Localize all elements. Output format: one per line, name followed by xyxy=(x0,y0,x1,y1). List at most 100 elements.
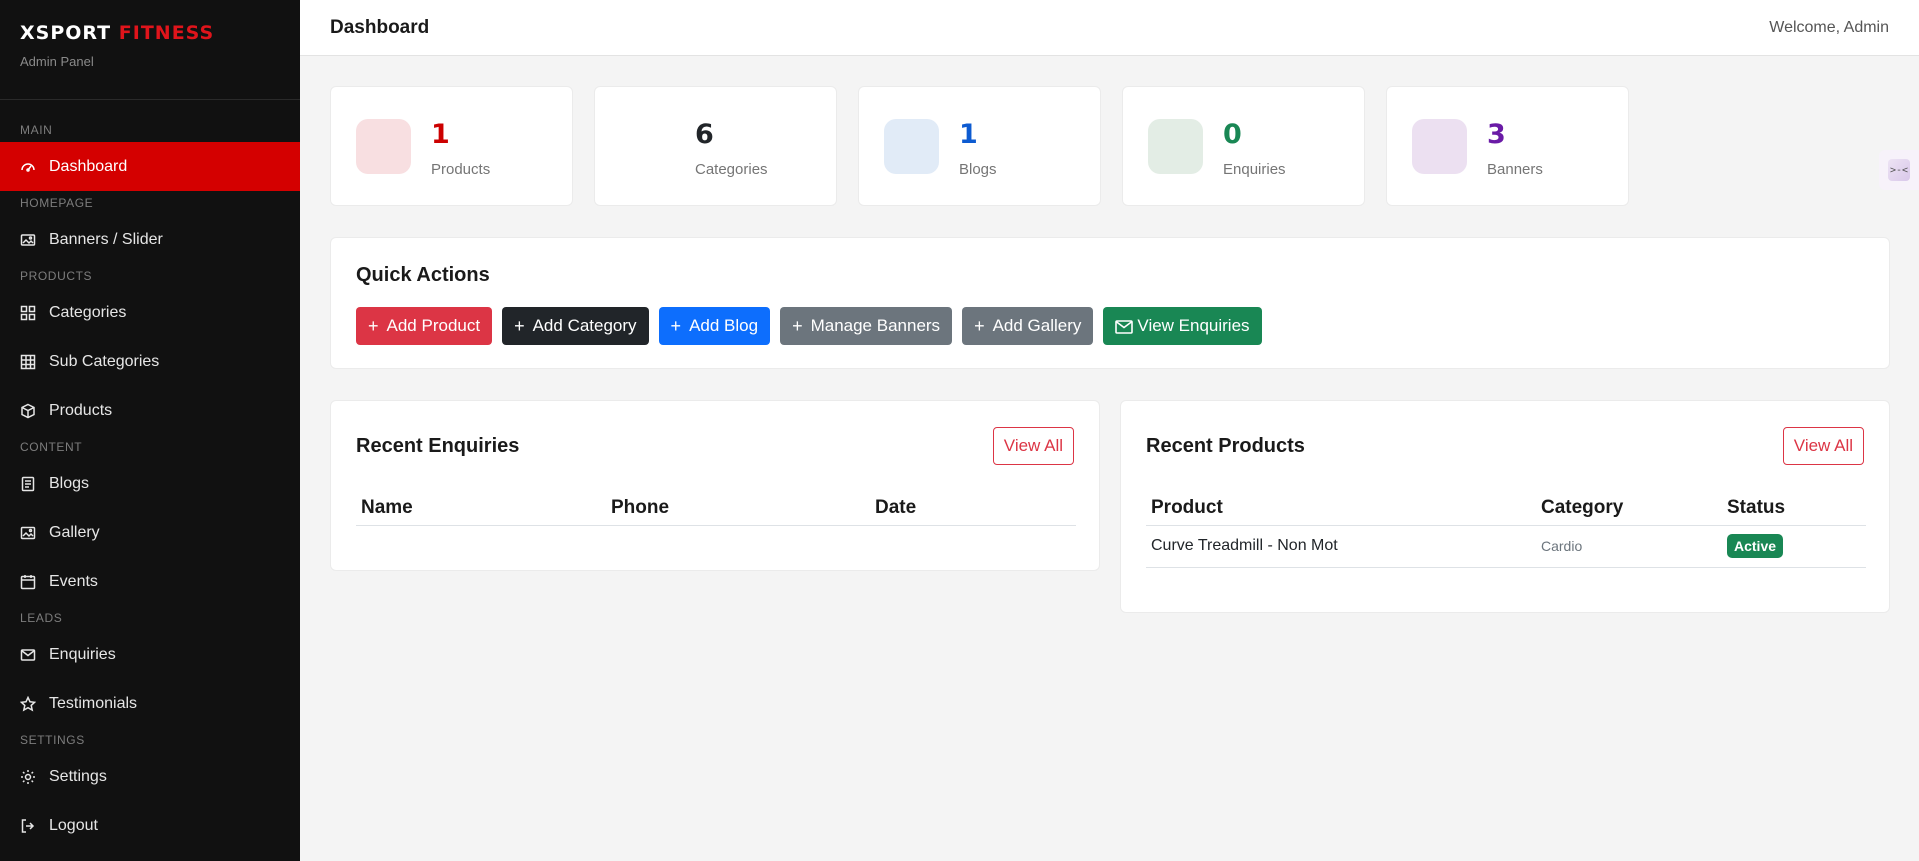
welcome-text: Welcome, Admin xyxy=(1769,19,1889,36)
star-icon xyxy=(20,695,36,712)
brand-subtitle: Admin Panel xyxy=(20,54,94,69)
stat-icon-banners xyxy=(1412,119,1467,174)
stats-row: 1 Products 6 Categories 1 Blogs 0 Enquir… xyxy=(330,86,1629,206)
page-title: Dashboard xyxy=(330,17,430,38)
view-enquiries-button[interactable]: View Enquiries xyxy=(1103,307,1262,345)
stat-icon-enquiries xyxy=(1148,119,1203,174)
category-cell: Cardio xyxy=(1536,525,1722,568)
plus-icon: + xyxy=(368,315,379,336)
product-name-cell: Curve Treadmill - Non Mot xyxy=(1146,525,1536,568)
sidebar-item-logout[interactable]: Logout xyxy=(0,801,300,850)
stat-value: 1 xyxy=(431,119,450,150)
manage-banners-button[interactable]: + Manage Banners xyxy=(780,307,953,345)
sidebar-item-sub-categories[interactable]: Sub Categories xyxy=(0,337,300,386)
sidebar-item-enquiries[interactable]: Enquiries xyxy=(0,630,300,679)
sidebar-item-settings[interactable]: Settings xyxy=(0,752,300,801)
stat-value: 6 xyxy=(695,119,714,150)
nav-section-settings: SETTINGS xyxy=(20,733,85,747)
stat-label: Categories xyxy=(695,161,768,178)
stat-card-products[interactable]: 1 Products xyxy=(330,86,573,206)
view-all-enquiries-button[interactable]: View All xyxy=(992,427,1074,465)
enquiries-table: Name Phone Date xyxy=(356,491,1076,526)
sidebar-item-events[interactable]: Events xyxy=(0,557,300,606)
stat-label: Banners xyxy=(1487,161,1543,178)
sidebar-item-label: Testimonials xyxy=(49,694,138,712)
nav-section-homepage: HOMEPAGE xyxy=(20,196,94,210)
sidebar-item-label: Logout xyxy=(49,816,98,834)
topbar: Dashboard Welcome, Admin xyxy=(300,0,1919,56)
nav-section-main: MAIN xyxy=(20,123,53,137)
stat-card-blogs[interactable]: 1 Blogs xyxy=(858,86,1101,206)
sidebar-item-label: Settings xyxy=(49,767,107,785)
table-header-row: Product Category Status xyxy=(1146,491,1866,526)
stat-card-banners[interactable]: 3 Banners xyxy=(1386,86,1629,206)
sidebar-item-blogs[interactable]: Blogs xyxy=(0,459,300,508)
envelope-icon xyxy=(20,647,36,663)
stat-icon-products xyxy=(356,119,411,174)
nav-section-products: PRODUCTS xyxy=(20,269,93,283)
add-gallery-button[interactable]: + Add Gallery xyxy=(962,307,1094,345)
button-label: Add Product xyxy=(386,316,481,335)
side-panel-toggle[interactable]: >-< xyxy=(1879,150,1919,190)
column-header-category: Category xyxy=(1536,491,1722,526)
add-category-button[interactable]: + Add Category xyxy=(502,307,649,345)
collapse-icon: >-< xyxy=(1888,159,1910,181)
column-header-date: Date xyxy=(870,491,1076,526)
sidebar-item-banners[interactable]: Banners / Slider xyxy=(0,215,300,264)
sidebar-item-label: Gallery xyxy=(49,523,100,541)
nav-section-leads: LEADS xyxy=(20,611,63,625)
stat-label: Enquiries xyxy=(1223,161,1286,178)
button-label: Add Category xyxy=(532,316,637,335)
plus-icon: + xyxy=(974,315,985,336)
sidebar-item-label: Products xyxy=(49,401,113,419)
button-label: Add Gallery xyxy=(992,316,1082,335)
stat-label: Blogs xyxy=(959,161,997,178)
quick-actions-row: + Add Product + Add Category + Add Blog … xyxy=(356,307,1262,345)
sidebar-item-gallery[interactable]: Gallery xyxy=(0,508,300,557)
nav-section-content: CONTENT xyxy=(20,440,83,454)
sidebar: XSPORT FITNESS Admin Panel MAIN Dashboar… xyxy=(0,0,300,861)
sidebar-item-categories[interactable]: Categories xyxy=(0,288,300,337)
plus-icon: + xyxy=(792,315,803,336)
sidebar-item-label: Banners / Slider xyxy=(49,230,163,248)
add-blog-button[interactable]: + Add Blog xyxy=(658,307,771,345)
stat-card-categories[interactable]: 6 Categories xyxy=(594,86,837,206)
table-header-row: Name Phone Date xyxy=(356,491,1076,526)
sidebar-item-label: Categories xyxy=(49,303,127,321)
add-product-button[interactable]: + Add Product xyxy=(356,307,493,345)
stat-value: 3 xyxy=(1487,119,1506,150)
sidebar-item-label: Sub Categories xyxy=(49,352,160,370)
images-icon xyxy=(20,232,36,248)
gear-icon xyxy=(20,769,36,785)
envelope-icon xyxy=(1115,319,1134,334)
grid-3x3-icon xyxy=(20,354,36,370)
status-cell: Active xyxy=(1722,525,1866,568)
table-row[interactable]: Curve Treadmill - Non Mot Cardio Active xyxy=(1146,525,1866,568)
image-icon xyxy=(20,525,36,541)
recent-products-title: Recent Products xyxy=(1146,435,1305,457)
stat-label: Products xyxy=(431,161,491,178)
sidebar-item-testimonials[interactable]: Testimonials xyxy=(0,679,300,728)
column-header-phone: Phone xyxy=(606,491,870,526)
stat-value: 1 xyxy=(959,119,978,150)
button-label: Add Blog xyxy=(689,316,759,335)
column-header-status: Status xyxy=(1722,491,1866,526)
sidebar-item-dashboard[interactable]: Dashboard xyxy=(0,142,300,191)
brand-title-main: XSPORT xyxy=(20,22,112,44)
sidebar-item-products[interactable]: Products xyxy=(0,386,300,435)
speedometer-icon xyxy=(20,159,36,175)
brand-logo[interactable]: XSPORT FITNESS xyxy=(20,22,280,44)
status-badge: Active xyxy=(1727,534,1784,558)
brand-title-accent: FITNESS xyxy=(118,22,215,44)
stat-card-enquiries[interactable]: 0 Enquiries xyxy=(1122,86,1365,206)
column-header-name: Name xyxy=(356,491,606,526)
plus-icon: + xyxy=(670,315,682,336)
stat-value: 0 xyxy=(1223,119,1242,150)
grid-icon xyxy=(20,305,36,321)
view-all-products-button[interactable]: View All xyxy=(1782,427,1864,465)
products-table: Product Category Status Curve Treadmill … xyxy=(1146,491,1866,568)
quick-actions-title: Quick Actions xyxy=(356,264,490,286)
logout-icon xyxy=(20,818,36,834)
calendar-icon xyxy=(20,574,36,590)
recent-enquiries-title: Recent Enquiries xyxy=(356,435,520,457)
